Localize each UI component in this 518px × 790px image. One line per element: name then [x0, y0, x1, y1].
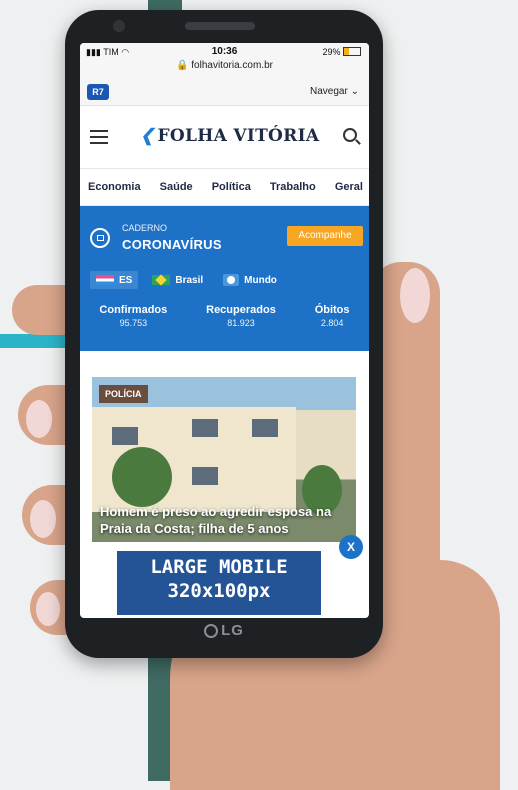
hamburger-menu-icon[interactable]: [90, 130, 108, 148]
section-economia[interactable]: Economia: [88, 181, 141, 193]
device-brand: LG: [65, 622, 383, 639]
globe-icon: [223, 274, 240, 286]
stat-deaths: Óbitos 2.804: [314, 304, 350, 328]
phone-device: ▮▮▮ TIM ◠ 10:36 29% 🔒 folhavitoria.com.b…: [65, 10, 383, 658]
finger-nail-2: [30, 500, 56, 538]
search-icon[interactable]: [343, 128, 357, 142]
site-logo[interactable]: ❮ FOLHA VITÓRIA: [140, 126, 319, 146]
background-cyan-bar: [0, 334, 70, 348]
front-camera: [113, 20, 125, 32]
phone-screen: ▮▮▮ TIM ◠ 10:36 29% 🔒 folhavitoria.com.b…: [80, 43, 369, 618]
chevron-down-icon: ⌄: [350, 86, 359, 97]
lg-logo-icon: [204, 624, 219, 638]
ad-line-1: LARGE MOBILE: [150, 556, 288, 578]
stat-confirmed: Confirmados 95.753: [99, 304, 168, 328]
region-tabs: ES Brasil Mundo: [90, 271, 283, 289]
battery-icon: [343, 47, 361, 56]
photo-window: [192, 419, 218, 437]
thumb-nail: [400, 268, 430, 323]
photo-tree: [112, 447, 172, 507]
tab-brasil[interactable]: Brasil: [146, 271, 209, 289]
newspaper-icon: [90, 228, 110, 248]
section-geral[interactable]: Geral: [335, 181, 363, 193]
photo-window: [112, 427, 138, 445]
status-bar: ▮▮▮ TIM ◠ 10:36 29% 🔒 folhavitoria.com.b…: [80, 43, 369, 79]
coronavirus-panel: CADERNO CORONAVÍRUS Acompanhe ES Brasil …: [80, 206, 369, 351]
tab-mundo[interactable]: Mundo: [217, 271, 283, 289]
section-nav: Economia Saúde Política Trabalho Geral: [80, 169, 369, 206]
ad-banner[interactable]: LARGE MOBILE 320x100px: [117, 551, 321, 615]
site-header: ❮ FOLHA VITÓRIA: [80, 106, 369, 169]
stat-recovered: Recuperados 81.923: [206, 304, 276, 328]
brazil-flag-icon: [152, 275, 171, 285]
news-story-card[interactable]: POLÍCIA Homem é preso ao agredir esposa …: [92, 377, 356, 542]
r7-network-bar: R7 Navegar ⌄: [80, 79, 369, 106]
battery-indicator: 29%: [322, 47, 361, 57]
logo-mark-icon: ❮: [140, 126, 155, 146]
tab-es[interactable]: ES: [90, 271, 139, 289]
ad-line-2: 320x100px: [167, 579, 271, 602]
photo-window: [192, 467, 218, 485]
photo-window: [252, 419, 278, 437]
r7-logo[interactable]: R7: [87, 84, 109, 100]
navegar-menu[interactable]: Navegar ⌄: [310, 86, 359, 97]
section-politica[interactable]: Política: [212, 181, 251, 193]
story-headline[interactable]: Homem é preso ao agredir esposa na Praia…: [100, 503, 346, 538]
section-trabalho[interactable]: Trabalho: [270, 181, 316, 193]
coronavirus-title[interactable]: CORONAVÍRUS: [122, 237, 222, 252]
covid-stats: Confirmados 95.753 Recuperados 81.923 Óbit…: [80, 304, 369, 328]
address-bar[interactable]: 🔒 folhavitoria.com.br: [80, 60, 369, 71]
section-saude[interactable]: Saúde: [160, 181, 193, 193]
finger-nail-3: [36, 592, 60, 626]
finger-nail-1: [26, 400, 52, 438]
ad-close-button[interactable]: X: [339, 535, 363, 559]
caderno-label: CADERNO: [122, 223, 168, 233]
es-flag-icon: [96, 275, 114, 285]
follow-button[interactable]: Acompanhe: [287, 226, 363, 246]
category-badge[interactable]: POLÍCIA: [99, 385, 148, 403]
phone-speaker: [185, 22, 255, 30]
